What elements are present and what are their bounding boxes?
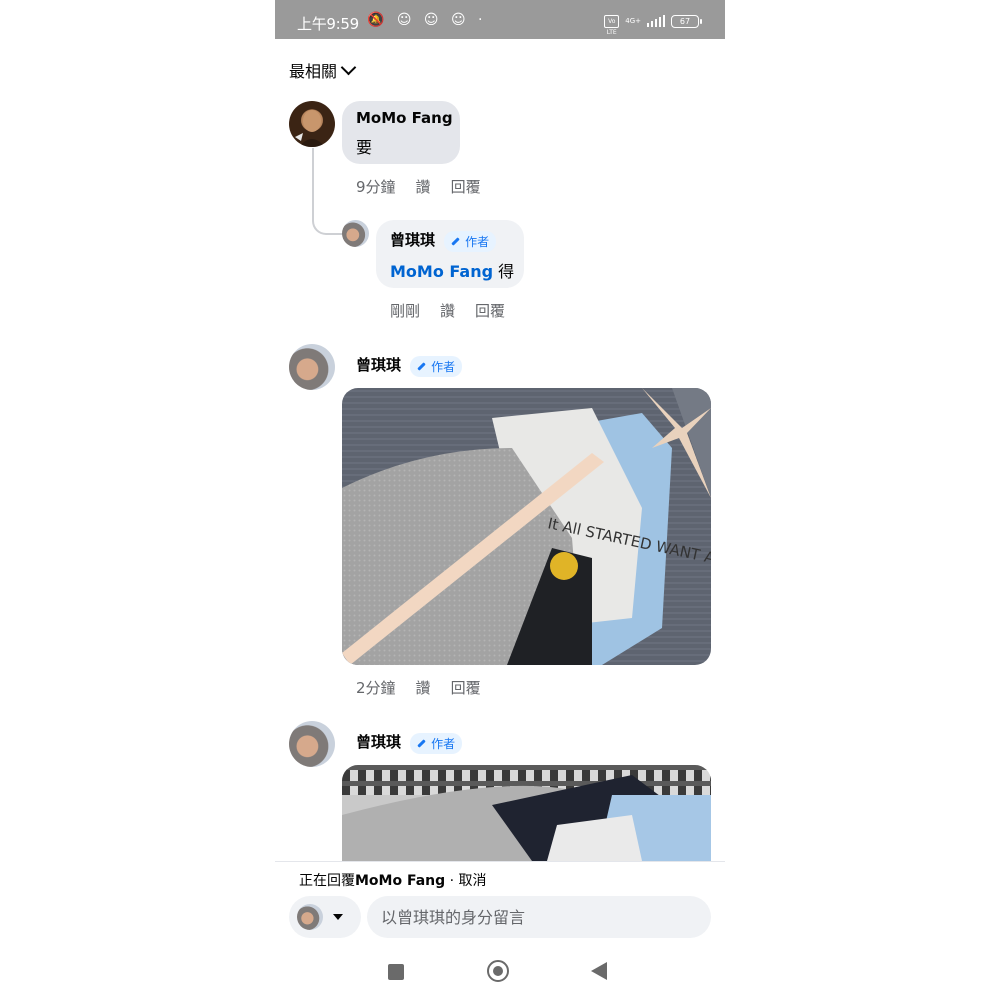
sort-dropdown[interactable]: 最相關 (289, 58, 357, 82)
like-button[interactable]: 讚 (416, 677, 431, 698)
comment-actions: 2分鐘 讚 回覆 (356, 677, 481, 698)
comment-author[interactable]: MoMo Fang (356, 109, 453, 127)
home-icon[interactable] (487, 960, 509, 982)
comment-author[interactable]: 曾琪琪 (356, 356, 401, 374)
replying-to-note: 正在回覆MoMo Fang · 取消 (299, 870, 487, 890)
navigation-bar (275, 950, 725, 994)
notification-icons: 🔕 ☺ ☺ ☺ · (367, 12, 487, 28)
reply-button[interactable]: 回覆 (475, 300, 505, 321)
back-icon[interactable] (591, 962, 607, 980)
comment-text: 要 (356, 138, 373, 157)
avatar[interactable] (289, 721, 335, 767)
comment-author[interactable]: 曾琪琪 (356, 733, 401, 751)
pen-icon (417, 362, 426, 371)
comment-header: 曾琪琪 作者 (356, 354, 463, 377)
comment-time[interactable]: 9分鐘 (356, 176, 396, 197)
pen-icon (451, 237, 460, 246)
avatar[interactable] (289, 344, 335, 390)
author-badge: 作者 (410, 356, 463, 377)
status-right: Vo LTE 4G+ 67 (604, 14, 702, 36)
comment-input[interactable] (367, 896, 711, 938)
caret-down-icon (333, 914, 343, 920)
author-badge: 作者 (410, 733, 463, 754)
replying-prefix: 正在回覆 (299, 873, 355, 889)
replying-separator: · (445, 873, 459, 889)
composer-divider (275, 861, 725, 862)
comment-author[interactable]: 曾琪琪 (390, 231, 435, 249)
battery-level: 67 (679, 16, 691, 26)
network-type: 4G+ (625, 17, 641, 25)
comment-photo[interactable]: It All STARTED WANT A ME (342, 388, 711, 665)
avatar[interactable] (289, 101, 335, 147)
mention-link[interactable]: MoMo Fang (390, 262, 493, 281)
recent-apps-icon[interactable] (388, 964, 404, 980)
author-badge-label: 作者 (465, 235, 490, 249)
chevron-down-icon (340, 59, 357, 76)
cancel-reply-button[interactable]: 取消 (459, 873, 487, 889)
volte-icon: Vo LTE (604, 14, 620, 36)
comment-bubble[interactable]: MoMo Fang 要 (342, 101, 460, 164)
sort-label: 最相關 (289, 62, 338, 81)
comment-bubble[interactable]: 曾琪琪 作者 MoMo Fang 得 (376, 220, 524, 288)
comment-time[interactable]: 2分鐘 (356, 677, 396, 698)
comment-text: MoMo Fang 得 (390, 258, 514, 282)
signal-icon (647, 15, 665, 27)
replying-name: MoMo Fang (355, 873, 446, 889)
avatar[interactable] (342, 220, 369, 247)
like-button[interactable]: 讚 (416, 176, 431, 197)
comment-photo[interactable] (342, 765, 711, 885)
author-badge-label: 作者 (431, 360, 456, 374)
like-button[interactable]: 讚 (440, 300, 455, 321)
comment-actions: 9分鐘 讚 回覆 (356, 176, 481, 197)
identity-switcher[interactable] (289, 896, 361, 938)
status-bar: 上午9:59 🔕 ☺ ☺ ☺ · Vo LTE 4G+ 67 (275, 0, 725, 39)
phone-screen: 上午9:59 🔕 ☺ ☺ ☺ · Vo LTE 4G+ 67 最相關 MoMo … (275, 0, 725, 1000)
pen-icon (417, 739, 426, 748)
comment-text-body: 得 (493, 262, 515, 281)
reply-thread-line (312, 148, 344, 235)
reply-button[interactable]: 回覆 (451, 176, 481, 197)
comment-actions: 剛剛 讚 回覆 (390, 300, 505, 321)
status-time: 上午9:59 (297, 15, 359, 33)
author-badge-label: 作者 (431, 737, 456, 751)
comment-time[interactable]: 剛剛 (390, 300, 420, 321)
reply-button[interactable]: 回覆 (451, 677, 481, 698)
author-badge: 作者 (444, 231, 497, 252)
battery-icon: 67 (671, 14, 702, 28)
comment-header: 曾琪琪 作者 (356, 731, 463, 754)
avatar (297, 904, 323, 930)
comment-header: 曾琪琪 作者 (390, 229, 497, 252)
